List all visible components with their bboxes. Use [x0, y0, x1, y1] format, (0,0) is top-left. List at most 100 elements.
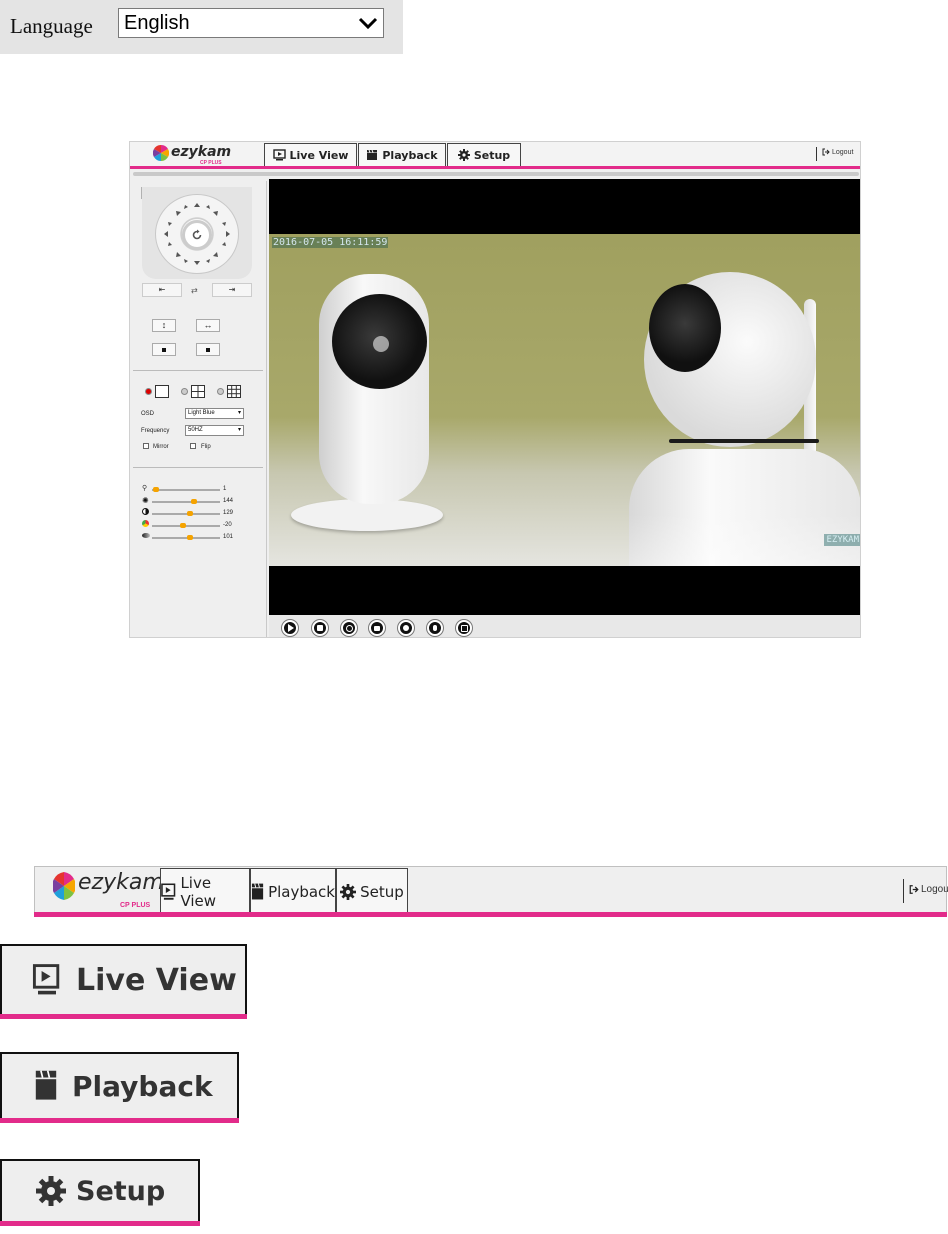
- logout-label: Logout: [921, 884, 948, 895]
- divider: [903, 879, 904, 903]
- live-view-icon: [272, 149, 286, 161]
- tab-live-view[interactable]: Live View: [264, 143, 357, 166]
- speed-slider-track[interactable]: [152, 489, 220, 491]
- preset-right-button[interactable]: ⇥: [212, 283, 252, 297]
- tab-playback-label: Playback: [268, 882, 335, 901]
- logout-icon: [909, 885, 919, 894]
- logout-icon: [822, 148, 830, 156]
- speed-slider-knob[interactable]: [153, 487, 159, 492]
- divider: [133, 467, 263, 468]
- record-icon[interactable]: [369, 620, 385, 636]
- hue-value: -20: [223, 522, 232, 528]
- saturation-slider-knob[interactable]: [187, 535, 193, 540]
- toolbar-strip: [133, 172, 859, 176]
- hue-slider-track[interactable]: [152, 525, 220, 527]
- preset-left-button[interactable]: ⇤: [142, 283, 182, 297]
- hue-icon: [142, 520, 149, 527]
- play-icon[interactable]: [282, 620, 298, 636]
- lens-reflection: [373, 336, 389, 352]
- tab-setup-zoomed[interactable]: Setup: [0, 1159, 200, 1221]
- chevron-down-icon: ▾: [237, 410, 241, 416]
- osd-select-value: Light Blue: [188, 410, 215, 416]
- layout-1-radio[interactable]: [145, 388, 152, 395]
- speed-icon: ⚲: [142, 485, 148, 492]
- frequency-select[interactable]: 50HZ ▾: [185, 425, 244, 436]
- tab-underline: [0, 1014, 247, 1019]
- chevron-down-icon: [358, 17, 378, 30]
- tab-live-view-label: Live View: [180, 873, 217, 910]
- stop-icon[interactable]: [312, 620, 328, 636]
- logo-text: ezykam: [171, 144, 232, 160]
- logout-link[interactable]: Logout: [822, 148, 853, 156]
- logout-link[interactable]: Logout: [909, 884, 948, 895]
- stop-vertical-button[interactable]: [152, 343, 176, 356]
- contrast-slider-track[interactable]: [152, 513, 220, 515]
- live-view-screen: ezykam CP PLUS Live View Playback Setup …: [129, 141, 861, 638]
- playback-controls: [269, 615, 860, 637]
- vertical-scan-button[interactable]: ↕: [152, 319, 176, 332]
- flip-checkbox[interactable]: [190, 443, 196, 449]
- live-view-icon: [161, 883, 176, 900]
- snapshot-icon[interactable]: [341, 620, 357, 636]
- tab-setup-label: Setup: [360, 882, 404, 901]
- tab-setup[interactable]: Setup: [336, 868, 408, 914]
- logout-label: Logout: [832, 148, 854, 156]
- layout-4-radio[interactable]: [181, 388, 188, 395]
- ptz-arrows: [164, 203, 230, 265]
- osd-select[interactable]: Light Blue ▾: [185, 408, 244, 419]
- tab-setup[interactable]: Setup: [447, 143, 521, 166]
- tab-live-view-label: Live View: [76, 962, 237, 998]
- hue-slider-knob[interactable]: [180, 523, 186, 528]
- logo-text: ezykam: [78, 870, 164, 895]
- clapperboard-icon: [35, 1070, 57, 1100]
- osd-label: OSD: [141, 411, 155, 417]
- video-watermark: EZYKAM: [824, 534, 860, 546]
- mirror-checkbox[interactable]: [143, 443, 149, 449]
- tab-live-view-zoomed[interactable]: Live View: [0, 944, 247, 1014]
- tab-underline: [0, 1118, 239, 1123]
- brightness-icon: ✺: [142, 496, 149, 505]
- layout-1-icon: [155, 385, 169, 398]
- layout-9-icon: [227, 385, 241, 398]
- audio-icon[interactable]: [398, 620, 414, 636]
- language-select-value: English: [124, 12, 190, 34]
- horizontal-scan-button[interactable]: ↔: [196, 319, 220, 332]
- brightness-value: 144: [223, 498, 234, 504]
- tab-live-view-label: Live View: [289, 148, 349, 162]
- talk-icon[interactable]: [427, 620, 443, 636]
- live-view-icon: [32, 964, 60, 995]
- tab-live-view[interactable]: Live View: [160, 868, 250, 914]
- logo-icon: [52, 871, 76, 901]
- frequency-label: Frequency: [141, 428, 170, 434]
- big-camera-lens: [649, 284, 721, 372]
- fullscreen-icon[interactable]: [456, 620, 472, 636]
- tab-setup-label: Setup: [76, 1175, 166, 1207]
- tab-setup-label: Setup: [473, 148, 511, 162]
- layout-4-icon: [191, 385, 205, 398]
- saturation-slider-track[interactable]: [152, 537, 220, 539]
- tab-playback-zoomed[interactable]: Playback: [0, 1052, 239, 1118]
- speed-value: 1: [223, 486, 227, 492]
- chevron-down-icon: ▾: [237, 427, 241, 433]
- gear-icon: [340, 883, 357, 900]
- gear-icon: [36, 1176, 66, 1206]
- clapperboard-icon: [367, 149, 378, 160]
- saturation-value: 101: [223, 534, 234, 540]
- flip-label: Flip: [201, 444, 211, 450]
- gear-icon: [457, 149, 470, 161]
- video-frame: 2016-07-05 16:11:59 EZYKAM: [269, 234, 860, 566]
- logo-icon: [152, 144, 170, 162]
- stop-horizontal-button[interactable]: [196, 343, 220, 356]
- language-select[interactable]: English: [118, 8, 384, 38]
- layout-9-radio[interactable]: [217, 388, 224, 395]
- sync-icon[interactable]: ⇄: [191, 286, 198, 295]
- live-video[interactable]: 2016-07-05 16:11:59 EZYKAM: [269, 179, 860, 615]
- contrast-slider-knob[interactable]: [187, 511, 193, 516]
- brightness-slider-knob[interactable]: [191, 499, 197, 504]
- tab-playback[interactable]: Playback: [250, 868, 336, 914]
- tab-playback[interactable]: Playback: [358, 143, 446, 166]
- brightness-slider-track[interactable]: [152, 501, 220, 503]
- mirror-label: Mirror: [153, 444, 169, 450]
- language-bar: Language English: [0, 0, 403, 54]
- saturation-icon: [142, 533, 150, 538]
